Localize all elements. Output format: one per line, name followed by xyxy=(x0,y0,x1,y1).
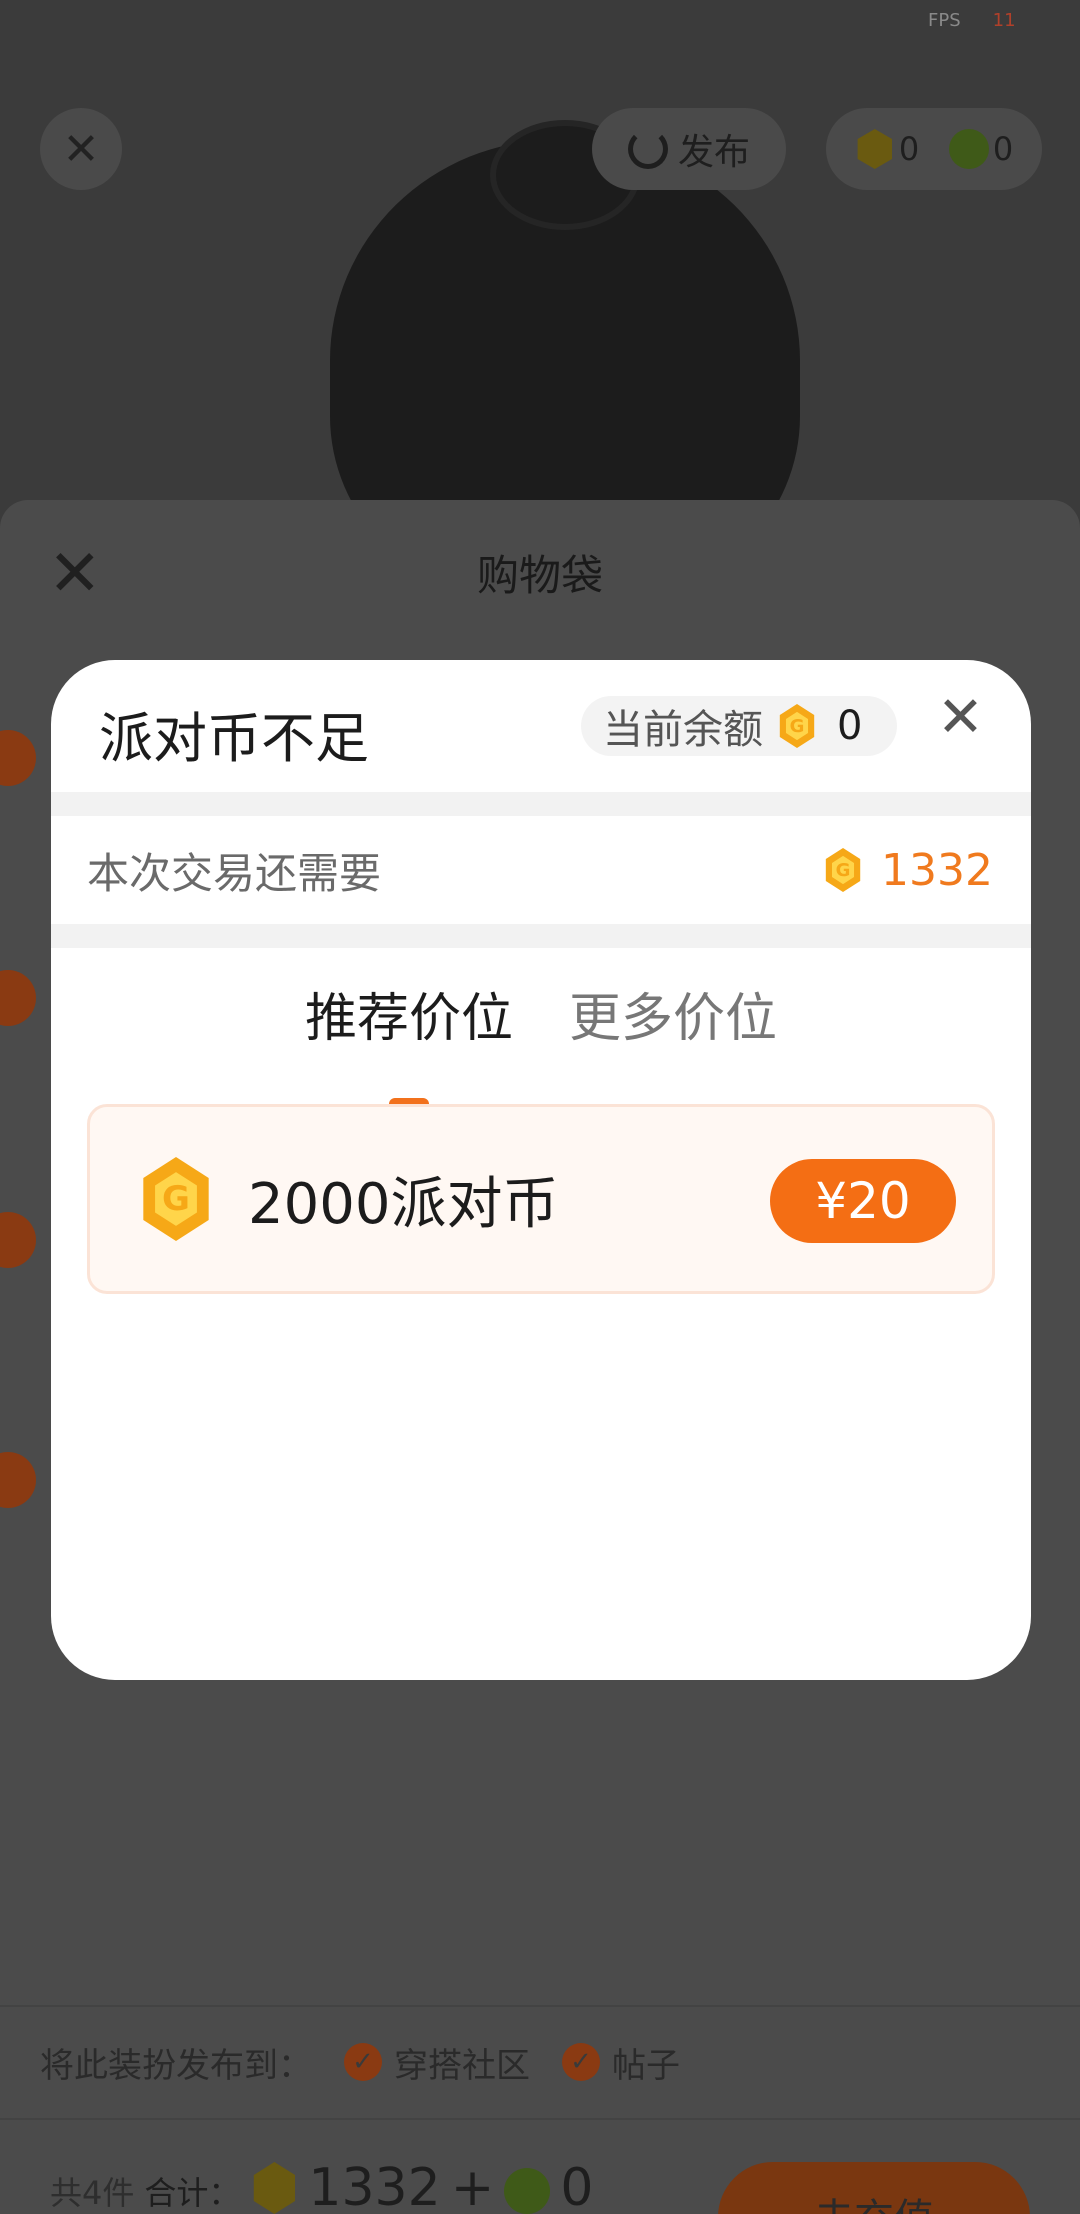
item-check-icon[interactable] xyxy=(0,1452,36,1508)
fps-counter: FPS 11 xyxy=(928,10,1016,31)
currency-balance-pill[interactable]: 0 0 xyxy=(826,108,1042,190)
buy-price-button[interactable]: ¥20 xyxy=(770,1159,956,1243)
required-amount-label: 本次交易还需要 xyxy=(87,848,382,898)
tab-label: 更多价位 xyxy=(569,989,778,1049)
green-coin-balance: 0 xyxy=(992,130,1014,168)
total-party-coins: 1332 xyxy=(308,2158,441,2214)
current-balance-badge: 当前余额 G 0 xyxy=(581,696,897,756)
insufficient-coins-dialog: 派对币不足 当前余额 G 0 ✕ 本次交易还需要 G 1332 推荐价位 更多价… xyxy=(51,660,1031,1680)
recharge-button[interactable]: 去充值 xyxy=(718,2162,1030,2214)
required-amount-row: 本次交易还需要 G 1332 xyxy=(51,816,1031,924)
party-coin-icon: G xyxy=(779,704,815,748)
item-check-icon[interactable] xyxy=(0,1212,36,1268)
publish-to-label: 将此装扮发布到： xyxy=(40,2045,312,2086)
publish-destination-row: 将此装扮发布到： ✓ 穿搭社区 ✓ 帖子 xyxy=(0,2005,1080,2117)
publish-option-label: 穿搭社区 xyxy=(394,2045,530,2086)
party-coin-icon: G xyxy=(143,1157,209,1241)
plus-sign: + xyxy=(450,2158,495,2214)
party-coin-icon: G xyxy=(825,848,861,892)
publish-button[interactable]: 发布 xyxy=(592,108,786,190)
item-check-icon[interactable] xyxy=(0,970,36,1026)
party-coin-icon xyxy=(857,129,893,169)
game-scene: FPS 11 ✕ 发布 0 0 xyxy=(0,0,1080,560)
required-amount-value: 1332 xyxy=(881,844,993,896)
green-coin-icon xyxy=(948,129,989,169)
publish-option-label: 帖子 xyxy=(612,2045,680,2086)
publish-option-community[interactable]: ✓ 穿搭社区 xyxy=(344,2038,530,2087)
close-icon: ✕ xyxy=(62,123,100,175)
coin-package-card[interactable]: G 2000派对币 ¥20 xyxy=(87,1104,995,1294)
scene-close-button[interactable]: ✕ xyxy=(40,108,122,190)
sheet-title: 购物袋 xyxy=(476,551,603,600)
tab-more-prices[interactable]: 更多价位 xyxy=(569,976,777,1078)
green-coin-icon xyxy=(504,2168,551,2214)
item-count: 共4件 xyxy=(50,2174,135,2212)
package-label: 2000派对币 xyxy=(248,1171,559,1237)
total-green-coins: 0 xyxy=(560,2158,594,2214)
price-tabs: 推荐价位 更多价位 xyxy=(51,948,1031,1110)
balance-value: 0 xyxy=(837,703,863,749)
tab-recommended[interactable]: 推荐价位 xyxy=(304,976,513,1110)
total-label: 合计： xyxy=(144,2174,241,2212)
tab-label: 推荐价位 xyxy=(304,989,513,1049)
party-coin-balance: 0 xyxy=(898,130,920,168)
dialog-title: 派对币不足 xyxy=(99,707,369,770)
fps-value: 11 xyxy=(992,10,1016,31)
divider xyxy=(51,792,1031,816)
item-check-icon[interactable] xyxy=(0,730,36,786)
dialog-header: 派对币不足 当前余额 G 0 ✕ xyxy=(51,660,1031,792)
divider xyxy=(51,924,1031,948)
check-icon: ✓ xyxy=(562,2043,600,2081)
fps-label: FPS xyxy=(928,10,961,31)
balance-label: 当前余额 xyxy=(603,707,763,753)
dialog-close-button[interactable]: ✕ xyxy=(937,690,984,746)
refresh-icon xyxy=(627,129,668,169)
publish-option-post[interactable]: ✓ 帖子 xyxy=(562,2038,680,2087)
party-coin-icon xyxy=(253,2162,296,2214)
check-icon: ✓ xyxy=(344,2043,382,2081)
publish-label: 发布 xyxy=(677,132,750,173)
